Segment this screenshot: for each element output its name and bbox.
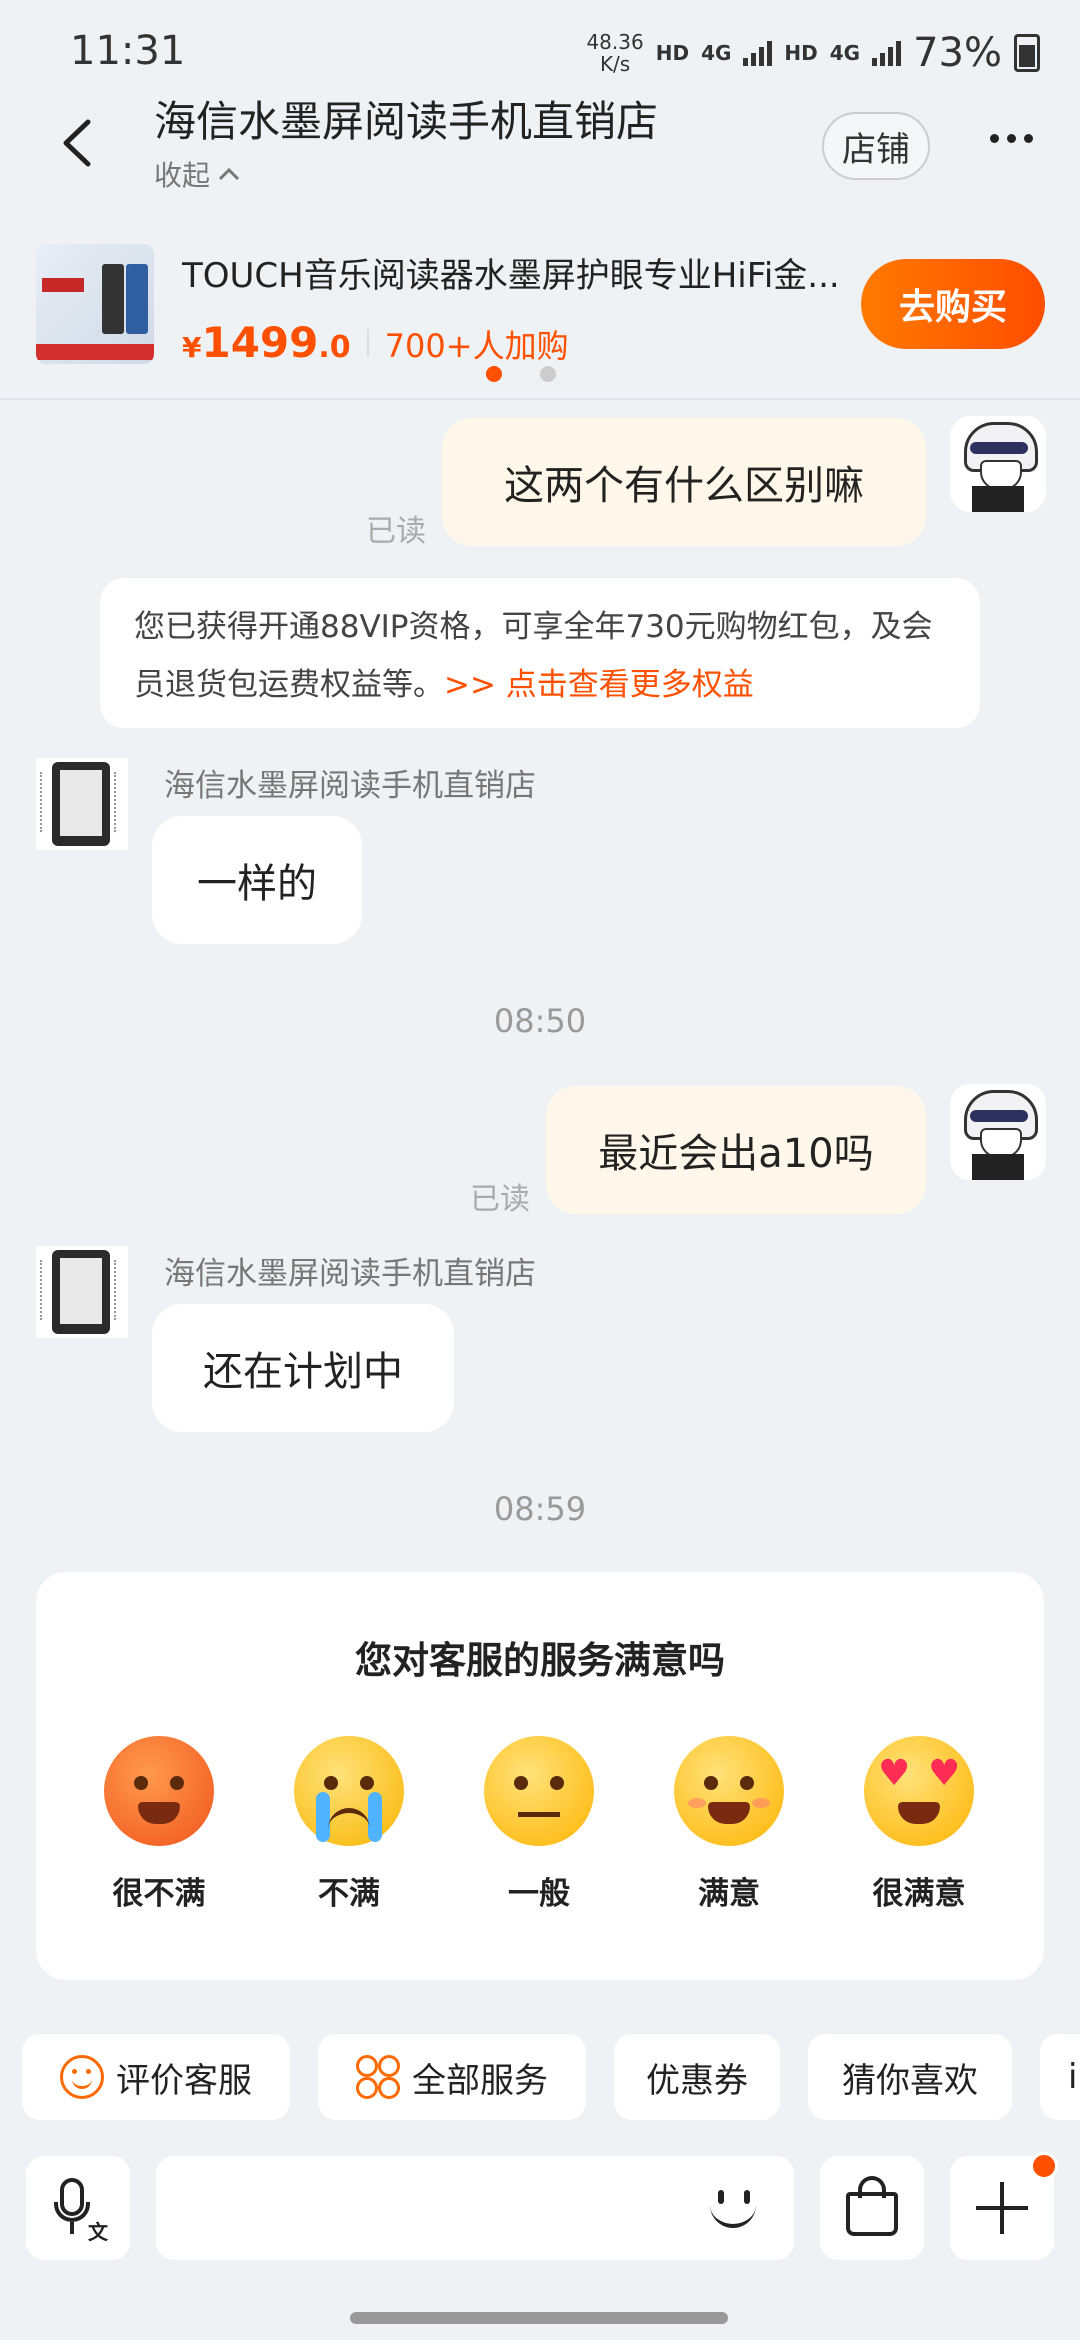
battery-percent: 73% bbox=[913, 30, 1002, 76]
status-time: 11:31 bbox=[70, 28, 186, 74]
shop-button[interactable]: 店铺 bbox=[822, 112, 930, 180]
rating-label: 很不满 bbox=[112, 1876, 206, 1912]
signal-icon-2 bbox=[872, 40, 902, 66]
read-status: 已读 bbox=[470, 1182, 530, 1217]
carousel-dot[interactable] bbox=[540, 366, 556, 382]
heart-eyes-icon: ♥ ♥ bbox=[864, 1736, 974, 1846]
grinning-face-icon bbox=[674, 1736, 784, 1846]
rating-label: 满意 bbox=[698, 1876, 760, 1912]
price-decimal: .0 bbox=[318, 330, 351, 365]
chevron-up-icon bbox=[218, 167, 240, 181]
my-avatar[interactable] bbox=[950, 416, 1046, 512]
hd-label-1: HD bbox=[655, 41, 690, 65]
more-options-icon[interactable] bbox=[990, 134, 1033, 143]
rating-label: 很满意 bbox=[872, 1876, 966, 1912]
crying-face-icon bbox=[294, 1736, 404, 1846]
rate-service-label: 评价客服 bbox=[116, 2060, 252, 2101]
rating-very-unsatisfied[interactable]: 很不满 bbox=[79, 1736, 239, 1913]
emoji-icon[interactable] bbox=[704, 2178, 764, 2238]
product-title[interactable]: TOUCH音乐阅读器水墨屏护眼专业HiFi金... bbox=[182, 248, 862, 297]
signal-icon-1 bbox=[743, 40, 773, 66]
price-row: ¥ 1499 .0 700+人加购 bbox=[182, 318, 569, 367]
timestamp: 08:59 bbox=[493, 1490, 587, 1528]
neutral-face-icon bbox=[484, 1736, 594, 1846]
price-value: 1499 bbox=[201, 318, 319, 367]
rating-label: 不满 bbox=[318, 1876, 380, 1912]
sender-name: 海信水墨屏阅读手机直销店 bbox=[164, 768, 536, 804]
more-quick-action-button[interactable]: i bbox=[1040, 2034, 1080, 2120]
shopping-bag-button[interactable] bbox=[820, 2156, 924, 2260]
grid-icon bbox=[356, 2055, 400, 2099]
back-button[interactable] bbox=[58, 118, 98, 168]
voice-to-text-badge: 文 bbox=[88, 2220, 108, 2244]
shop-avatar[interactable] bbox=[36, 758, 128, 850]
shop-avatar[interactable] bbox=[36, 1246, 128, 1338]
survey-title: 您对客服的服务满意吗 bbox=[355, 1639, 725, 1682]
network-label-2: 4G bbox=[829, 41, 861, 65]
buyers-count: 700+人加购 bbox=[384, 327, 569, 365]
input-bar: 文 bbox=[0, 2136, 1080, 2340]
vip-notice: 您已获得开通88VIP资格，可享全年730元购物红包，及会员退货包运费权益等。>… bbox=[100, 578, 980, 728]
net-speed-value: 48.36 bbox=[586, 30, 644, 54]
rate-service-button[interactable]: 评价客服 bbox=[22, 2034, 290, 2120]
coupons-button[interactable]: 优惠券 bbox=[614, 2034, 780, 2120]
battery-icon bbox=[1014, 34, 1040, 72]
header-divider bbox=[0, 398, 1080, 400]
back-arrow-icon bbox=[63, 119, 91, 167]
carousel-dot-active[interactable] bbox=[486, 366, 502, 382]
voice-input-button[interactable]: 文 bbox=[26, 2156, 130, 2260]
net-speed-unit: K/s bbox=[599, 52, 631, 76]
rating-satisfied[interactable]: 满意 bbox=[649, 1736, 809, 1913]
net-speed: 48.36 K/s bbox=[586, 31, 643, 75]
status-icons: 48.36 K/s HD 4G HD 4G 73% bbox=[586, 28, 1040, 78]
smile-icon bbox=[60, 2055, 104, 2099]
guess-like-button[interactable]: 猜你喜欢 bbox=[808, 2034, 1012, 2120]
notice-link[interactable]: >> 点击查看更多权益 bbox=[444, 667, 754, 703]
my-avatar[interactable] bbox=[950, 1084, 1046, 1180]
rating-very-satisfied[interactable]: ♥ ♥ 很满意 bbox=[839, 1736, 999, 1913]
read-status: 已读 bbox=[366, 514, 426, 549]
all-services-button[interactable]: 全部服务 bbox=[318, 2034, 586, 2120]
product-image[interactable] bbox=[36, 244, 154, 364]
hd-label-2: HD bbox=[784, 41, 818, 65]
shop-message-bubble[interactable]: 还在计划中 bbox=[152, 1304, 454, 1432]
notification-dot bbox=[1030, 2152, 1058, 2180]
rating-label: 一般 bbox=[508, 1876, 570, 1912]
all-services-label: 全部服务 bbox=[412, 2060, 548, 2101]
rating-unsatisfied[interactable]: 不满 bbox=[269, 1736, 429, 1913]
collapse-toggle[interactable]: 收起 bbox=[154, 154, 240, 194]
home-indicator[interactable] bbox=[350, 2312, 728, 2324]
shop-message-bubble[interactable]: 一样的 bbox=[152, 816, 362, 944]
rating-neutral[interactable]: 一般 bbox=[459, 1736, 619, 1913]
timestamp: 08:50 bbox=[493, 1002, 587, 1040]
network-label-1: 4G bbox=[701, 41, 732, 65]
my-message-bubble[interactable]: 最近会出a10吗 bbox=[546, 1086, 926, 1214]
satisfaction-survey: 您对客服的服务满意吗 很不满 不满 一般 满意 ♥ ♥ 很满意 bbox=[36, 1572, 1044, 1980]
sender-name: 海信水墨屏阅读手机直销店 bbox=[164, 1256, 536, 1292]
angry-face-icon bbox=[104, 1736, 214, 1846]
collapse-label: 收起 bbox=[154, 159, 211, 192]
message-input[interactable] bbox=[156, 2156, 794, 2260]
more-plus-button[interactable] bbox=[950, 2152, 1058, 2260]
price-currency: ¥ bbox=[182, 331, 202, 364]
my-message-bubble[interactable]: 这两个有什么区别嘛 bbox=[442, 418, 926, 546]
buy-button[interactable]: 去购买 bbox=[861, 259, 1045, 349]
price-divider bbox=[366, 328, 369, 357]
chat-title: 海信水墨屏阅读手机直销店 bbox=[154, 97, 659, 146]
